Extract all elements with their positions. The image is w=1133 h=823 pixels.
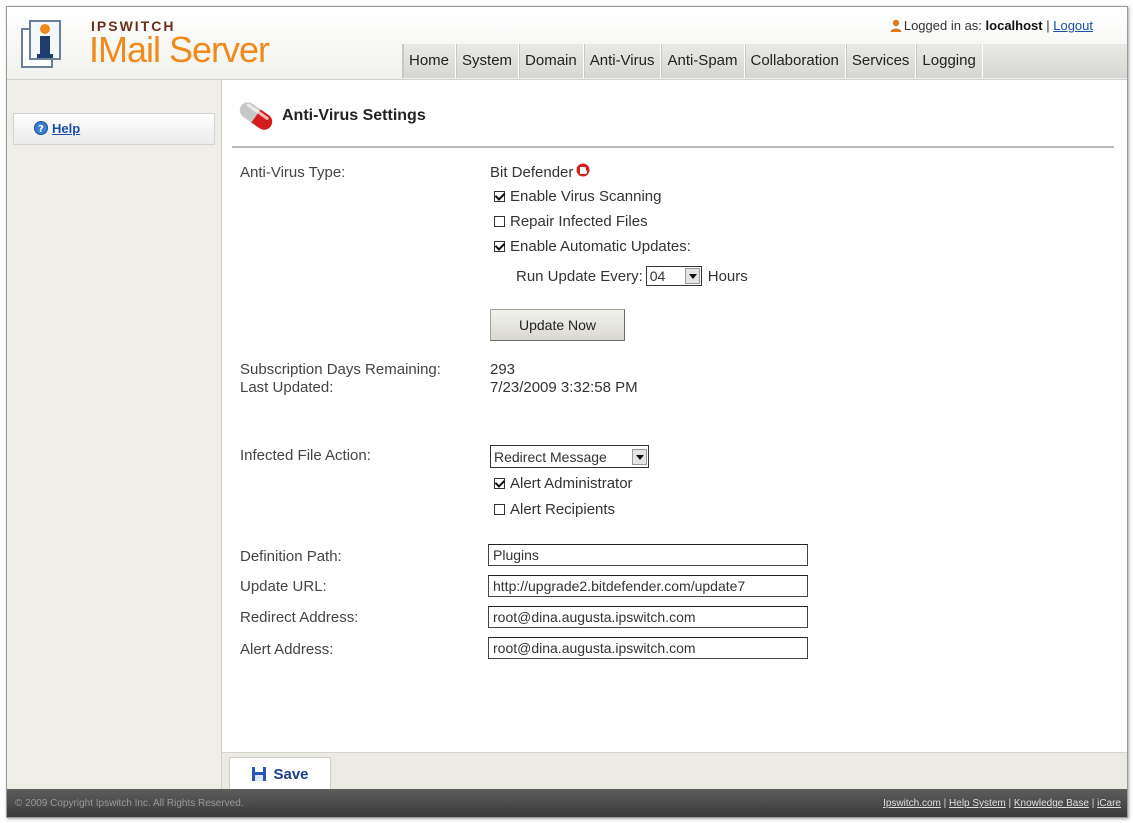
hours-label: Hours [707, 267, 748, 285]
alert-admin-row: Alert Administrator [494, 475, 633, 492]
definition-path-label: Definition Path: [240, 548, 342, 565]
auto-updates-label: Enable Automatic Updates: [510, 238, 691, 255]
page-header: Anti-Virus Settings [234, 96, 426, 136]
alert-admin-checkbox[interactable] [494, 478, 505, 489]
logout-link[interactable]: Logout [1053, 18, 1093, 33]
alert-recipients-checkbox[interactable] [494, 504, 505, 515]
auto-updates-checkbox[interactable] [494, 241, 505, 252]
title-divider [232, 146, 1114, 148]
footer-link-help-system[interactable]: Help System [949, 798, 1006, 809]
av-type-value-row: Bit Defender [490, 163, 590, 181]
run-update-label: Run Update Every: [516, 267, 643, 285]
pill-icon [239, 102, 273, 130]
alert-recipients-row: Alert Recipients [494, 501, 615, 518]
product-name: IMail Server [89, 29, 270, 70]
alert-admin-label: Alert Administrator [510, 475, 633, 492]
help-link[interactable]: Help [52, 121, 80, 136]
nav-logging[interactable]: Logging [916, 44, 983, 78]
alert-recipients-label: Alert Recipients [510, 501, 616, 518]
login-prefix: Logged in as: [903, 18, 982, 33]
av-type-value: Bit Defender [490, 164, 574, 181]
subscription-label: Subscription Days Remaining: [240, 361, 441, 378]
update-url-label: Update URL: [240, 578, 327, 595]
save-bar: Save [222, 752, 1127, 790]
svg-text:?: ? [38, 124, 44, 135]
repair-files-row: Repair Infected Files [494, 213, 648, 230]
app-window: IPSWITCH IMail Server Logged in as: loca… [6, 6, 1128, 818]
infected-action-select[interactable]: Redirect Message [490, 445, 649, 468]
chevron-down-icon [684, 268, 700, 284]
update-now-button[interactable]: Update Now [490, 309, 625, 341]
main-nav: Home System Domain Anti-Virus Anti-Spam … [402, 44, 1127, 78]
floppy-disk-icon [252, 767, 267, 781]
infected-action-value: Redirect Message [494, 448, 607, 465]
enable-scanning-row: Enable Virus Scanning [494, 188, 662, 205]
redirect-address-input[interactable]: root@dina.augusta.ipswitch.com [488, 606, 808, 628]
nav-anti-spam[interactable]: Anti-Spam [661, 44, 745, 78]
user-icon [890, 19, 902, 32]
sidebar-item-help[interactable]: ? Help [13, 113, 215, 145]
main-content: Anti-Virus Settings Anti-Virus Type: Bit… [222, 80, 1127, 789]
chevron-down-icon [632, 448, 647, 465]
auto-updates-row: Enable Automatic Updates: [494, 238, 691, 255]
alert-address-input[interactable]: root@dina.augusta.ipswitch.com [488, 637, 808, 659]
av-type-label: Anti-Virus Type: [240, 164, 346, 181]
last-updated-label: Last Updated: [240, 379, 334, 396]
repair-files-label: Repair Infected Files [510, 213, 648, 230]
help-icon: ? [34, 121, 48, 135]
enable-scanning-checkbox[interactable] [494, 191, 505, 202]
bitdefender-icon [576, 163, 590, 176]
footer: © 2009 Copyright Ipswitch Inc. All Right… [7, 789, 1127, 817]
ipswitch-logo-icon [21, 20, 61, 68]
infected-action-label: Infected File Action: [240, 447, 371, 464]
update-interval-value: 04 [649, 268, 666, 284]
footer-link-knowledge-base[interactable]: Knowledge Base [1014, 798, 1089, 809]
enable-scanning-label: Enable Virus Scanning [510, 188, 662, 205]
nav-domain[interactable]: Domain [519, 44, 584, 78]
nav-services[interactable]: Services [846, 44, 917, 78]
footer-links: Ipswitch.com | Help System | Knowledge B… [883, 798, 1121, 809]
nav-home[interactable]: Home [403, 44, 457, 78]
copyright: © 2009 Copyright Ipswitch Inc. All Right… [15, 798, 244, 809]
redirect-address-label: Redirect Address: [240, 609, 359, 626]
header: IPSWITCH IMail Server Logged in as: loca… [7, 7, 1127, 80]
subscription-value: 293 [490, 361, 516, 378]
sidebar: ? Help [7, 80, 222, 789]
nav-collaboration[interactable]: Collaboration [745, 44, 846, 78]
save-label: Save [273, 765, 309, 783]
nav-system[interactable]: System [456, 44, 520, 78]
save-button[interactable]: Save [229, 757, 331, 790]
footer-link-ipswitch[interactable]: Ipswitch.com [883, 798, 941, 809]
run-update-row: Run Update Every: 04 Hours [516, 266, 748, 286]
last-updated-value: 7/23/2009 3:32:58 PM [490, 379, 638, 396]
username: localhost [985, 18, 1043, 33]
update-interval-select[interactable]: 04 [645, 266, 702, 286]
repair-files-checkbox[interactable] [494, 216, 505, 227]
login-status: Logged in as: localhost | Logout [890, 18, 1093, 33]
page-title: Anti-Virus Settings [282, 107, 426, 124]
update-url-input[interactable]: http://upgrade2.bitdefender.com/update7 [488, 575, 808, 597]
definition-path-input[interactable]: Plugins [488, 544, 808, 566]
footer-link-icare[interactable]: iCare [1097, 798, 1121, 809]
alert-address-label: Alert Address: [240, 641, 334, 658]
nav-anti-virus[interactable]: Anti-Virus [584, 44, 662, 78]
